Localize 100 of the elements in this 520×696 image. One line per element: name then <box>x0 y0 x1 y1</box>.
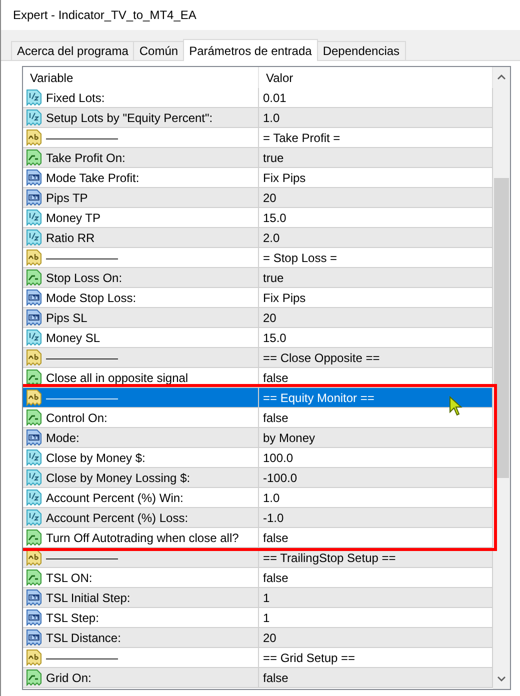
parameter-row[interactable]: Take Profit On: true <box>23 148 493 168</box>
variable-name: Grid On: <box>46 670 92 684</box>
parameter-value: true <box>262 150 284 164</box>
parameter-value: == Close Opposite == <box>262 350 380 364</box>
variable-name: —————— <box>46 350 118 364</box>
variable-name: —————— <box>46 250 118 264</box>
parameter-row[interactable]: —————— = Stop Loss = <box>23 248 493 268</box>
text-icon <box>26 129 42 146</box>
fraction-icon <box>26 209 42 226</box>
variable-name: Pips SL <box>46 310 88 324</box>
scroll-down-icon[interactable] <box>497 676 506 682</box>
parameter-value: 1 <box>262 610 270 624</box>
parameter-row[interactable]: Setup Lots by "Equity Percent": 1.0 <box>23 108 493 128</box>
text-icon <box>26 249 42 266</box>
fraction-icon <box>26 489 42 506</box>
text-icon <box>26 549 42 566</box>
number-icon <box>26 169 42 186</box>
variable-name: Mode: <box>46 430 80 444</box>
variable-name: Take Profit On: <box>46 150 126 164</box>
parameter-row[interactable]: Money TP 15.0 <box>23 208 493 228</box>
parameter-value: true <box>262 270 284 284</box>
toggle-icon <box>26 669 42 686</box>
parameter-value: false <box>262 670 288 684</box>
variable-name: Mode Take Profit: <box>46 170 140 184</box>
fraction-icon <box>26 509 42 526</box>
scrollbar[interactable] <box>493 67 510 689</box>
parameter-value: false <box>262 530 288 544</box>
tab[interactable]: Dependencias <box>316 41 406 60</box>
variable-name: Ratio RR <box>46 230 95 244</box>
text-icon <box>26 649 42 666</box>
number-icon <box>26 289 42 306</box>
fraction-icon <box>26 89 42 106</box>
variable-name: —————— <box>46 130 118 144</box>
scroll-up-icon[interactable] <box>497 74 506 80</box>
toggle-icon <box>26 149 42 166</box>
parameter-row[interactable]: Mode Take Profit: Fix Pips <box>23 168 493 188</box>
scrollbar-thumb[interactable] <box>494 178 509 478</box>
text-icon <box>26 349 42 366</box>
parameter-row[interactable]: Fixed Lots: 0.01 <box>23 88 493 108</box>
variable-name: Stop Loss On: <box>46 270 122 284</box>
variable-name: Close by Money Lossing $: <box>46 470 190 484</box>
cursor-icon <box>449 396 463 416</box>
tab[interactable]: Parámetros de entrada <box>183 39 318 61</box>
variable-name: Mode Stop Loss: <box>46 290 136 304</box>
window-title: Expert - Indicator_TV_to_MT4_EA <box>13 8 196 22</box>
variable-name: Fixed Lots: <box>46 90 105 104</box>
parameter-value: == Equity Monitor == <box>262 390 374 404</box>
parameter-row[interactable]: Money SL 15.0 <box>23 328 493 348</box>
tab[interactable]: Acerca del programa <box>11 41 134 60</box>
parameter-value: false <box>262 410 288 424</box>
variable-name: Turn Off Autotrading when close all? <box>46 530 239 544</box>
parameter-row[interactable]: Ratio RR 2.0 <box>23 228 493 248</box>
number-icon <box>26 589 42 606</box>
variable-name: TSL ON: <box>46 570 92 584</box>
parameter-row[interactable]: TSL Initial Step: 1 <box>23 588 493 608</box>
parameter-row[interactable]: Pips SL 20 <box>23 308 493 328</box>
fraction-icon <box>26 449 42 466</box>
number-icon <box>26 609 42 626</box>
fraction-icon <box>26 109 42 126</box>
number-icon <box>26 429 42 446</box>
parameter-row[interactable]: —————— == Close Opposite == <box>23 348 493 368</box>
parameter-row[interactable]: TSL Step: 1 <box>23 608 493 628</box>
parameter-row[interactable]: Stop Loss On: true <box>23 268 493 288</box>
variable-name: Pips TP <box>46 190 88 204</box>
variable-name: —————— <box>46 390 118 404</box>
fraction-icon <box>26 469 42 486</box>
variable-name: —————— <box>46 650 118 664</box>
parameter-value: Fix Pips <box>262 290 306 304</box>
parameter-value: 0.01 <box>262 90 286 104</box>
parameter-row[interactable]: Pips TP 20 <box>23 188 493 208</box>
variable-name: Close all in opposite signal <box>46 370 188 384</box>
number-icon <box>26 629 42 646</box>
parameter-value: 1.0 <box>262 490 280 504</box>
parameter-value: -100.0 <box>262 470 298 484</box>
variable-name: —————— <box>46 550 118 564</box>
parameter-value: -1.0 <box>262 510 284 524</box>
variable-name: Control On: <box>46 410 108 424</box>
parameter-value: == Grid Setup == <box>262 650 356 664</box>
parameter-row[interactable]: Grid On: false <box>23 668 493 688</box>
parameter-row[interactable]: —————— == Grid Setup == <box>23 648 493 668</box>
parameter-row[interactable]: Mode Stop Loss: Fix Pips <box>23 288 493 308</box>
parameter-value: false <box>262 570 288 584</box>
parameter-row[interactable]: —————— = Take Profit = <box>23 128 493 148</box>
parameter-value: by Money <box>262 430 316 444</box>
parameter-value: 15.0 <box>262 330 286 344</box>
parameter-row[interactable]: TSL Distance: 20 <box>23 628 493 648</box>
toggle-icon <box>26 569 42 586</box>
toggle-icon <box>26 409 42 426</box>
variable-name: Close by Money $: <box>46 450 146 464</box>
parameter-value: 20 <box>262 630 276 644</box>
parameter-value: 1.0 <box>262 110 280 124</box>
variable-name: TSL Initial Step: <box>46 590 130 604</box>
variable-name: Money SL <box>46 330 100 344</box>
toggle-icon <box>26 529 42 546</box>
parameter-value: Fix Pips <box>262 170 306 184</box>
parameter-value: 20 <box>262 190 276 204</box>
parameter-value: 2.0 <box>262 230 280 244</box>
text-icon <box>26 389 42 406</box>
parameter-row[interactable]: TSL ON: false <box>23 568 493 588</box>
variable-name: TSL Step: <box>46 610 99 624</box>
